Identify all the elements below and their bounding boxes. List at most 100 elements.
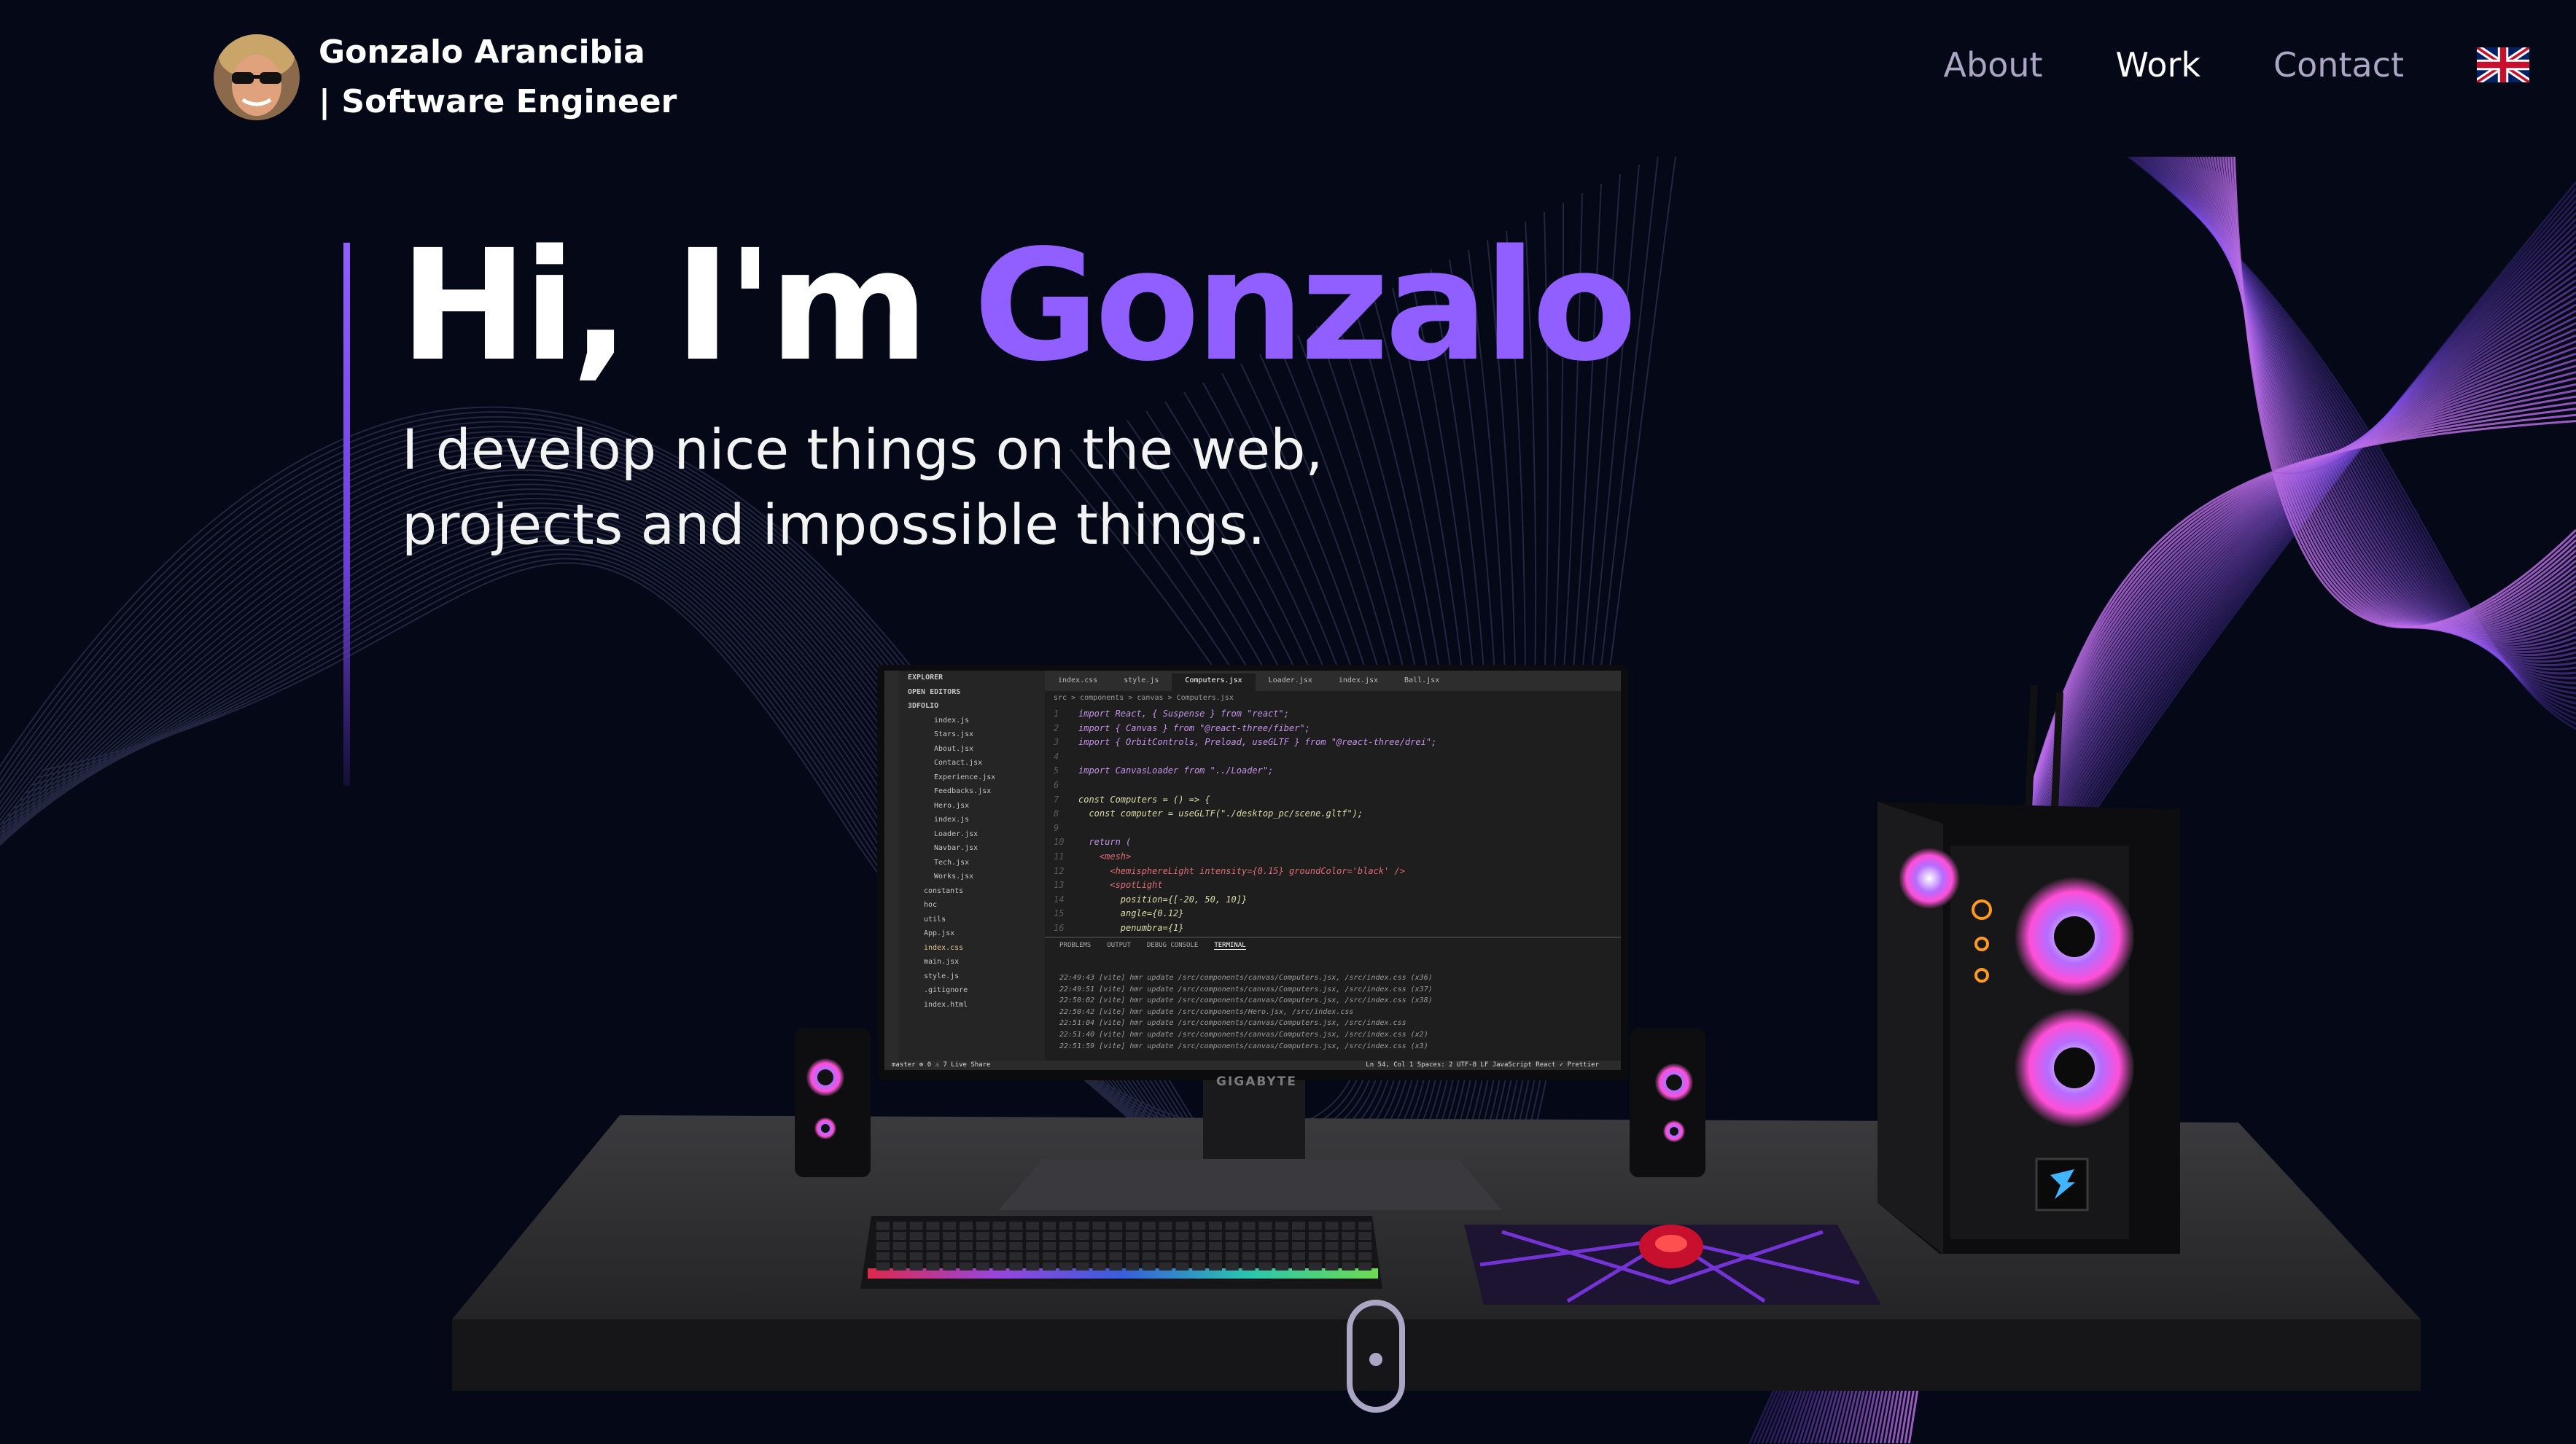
- explorer-file: .gitignore: [924, 986, 968, 994]
- keyboard-key: [976, 1242, 989, 1250]
- keyboard-key: [1059, 1252, 1073, 1260]
- terminal-line: 22:49:51 [vite] hmr update /src/componen…: [1059, 985, 1433, 994]
- keyboard-key: [1258, 1232, 1272, 1240]
- keyboard-key: [1043, 1222, 1056, 1230]
- explorer-file: index.css: [924, 943, 964, 952]
- status-right: Ln 54, Col 1 Spaces: 2 UTF-8 LF JavaScri…: [1366, 1061, 1599, 1069]
- code-area: 1 import React, { Suspense } from "react"…: [1054, 707, 1615, 936]
- keyboard-key: [1342, 1252, 1355, 1260]
- keyboard-key: [1059, 1232, 1073, 1240]
- keyboard-key: [1192, 1222, 1206, 1230]
- keyboard-key: [1292, 1252, 1305, 1260]
- keyboard-key: [1258, 1252, 1272, 1260]
- explorer-file: constants: [924, 886, 964, 895]
- keyboard-key: [909, 1252, 923, 1260]
- panel-tabs: PROBLEMS OUTPUT DEBUG CONSOLE TERMINAL: [1059, 942, 1262, 950]
- keyboard-key: [1325, 1222, 1339, 1230]
- keyboard-key: [1275, 1252, 1289, 1260]
- keyboard-key: [1342, 1262, 1355, 1271]
- keyboard-key: [1325, 1252, 1339, 1260]
- keyboard-key: [1026, 1232, 1040, 1240]
- navbar: Gonzalo Arancibia | Software Engineer Ab…: [0, 0, 2576, 157]
- terminal-line: 22:51:40 [vite] hmr update /src/componen…: [1059, 1030, 1428, 1039]
- keyboard-key: [1026, 1252, 1040, 1260]
- keyboard-key: [1225, 1232, 1239, 1240]
- keyboard-key: [1275, 1242, 1289, 1250]
- nav-link-contact[interactable]: Contact: [2273, 45, 2404, 85]
- keyboard-key: [1342, 1232, 1355, 1240]
- keyboard-key: [1092, 1242, 1106, 1250]
- keyboard-key: [1159, 1242, 1172, 1250]
- keyboard-key: [1308, 1222, 1322, 1230]
- keyboard-key: [876, 1242, 890, 1250]
- code-line: 10 return (: [1054, 837, 1132, 848]
- brand-link[interactable]: Gonzalo Arancibia | Software Engineer: [214, 28, 677, 127]
- keyboard-key: [926, 1232, 940, 1240]
- explorer-file: App.jsx: [924, 929, 955, 937]
- hero-subtitle: I develop nice things on the web, projec…: [402, 412, 1323, 562]
- panel-tab: OUTPUT: [1107, 942, 1131, 949]
- keyboard-key: [1325, 1262, 1339, 1271]
- keyboard-key: [1242, 1262, 1256, 1271]
- editor-tab: index.css: [1058, 676, 1098, 684]
- keyboard-key: [1175, 1232, 1189, 1240]
- explorer-file: Tech.jsx: [934, 858, 970, 867]
- keyboard-key: [1075, 1252, 1089, 1260]
- keyboard-key: [1142, 1262, 1156, 1271]
- keyboard-key: [992, 1262, 1006, 1271]
- terminal-line: 22:49:43 [vite] hmr update /src/componen…: [1059, 974, 1433, 982]
- keyboard-key: [1126, 1232, 1139, 1240]
- keyboard-key: [1009, 1262, 1023, 1271]
- keyboard-key: [909, 1262, 923, 1271]
- keyboard-key: [1292, 1242, 1305, 1250]
- editor-tab: Loader.jsx: [1268, 676, 1312, 684]
- keyboard-key: [909, 1222, 923, 1230]
- hero-subtitle-line1: I develop nice things on the web,: [402, 417, 1323, 482]
- hero-subtitle-line2: projects and impossible things.: [402, 492, 1266, 557]
- status-left: master ⊗ 0 ⚠ 7 Live Share: [892, 1061, 991, 1069]
- keyboard-key: [1009, 1242, 1023, 1250]
- scroll-down-button[interactable]: [1347, 1300, 1405, 1413]
- keyboard-key: [992, 1242, 1006, 1250]
- keyboard-key: [1142, 1252, 1156, 1260]
- keyboard-key: [1225, 1242, 1239, 1250]
- code-line: 4: [1054, 751, 1059, 762]
- keyboard-key: [926, 1242, 940, 1250]
- keyboard-key: [1009, 1252, 1023, 1260]
- keyboard-key: [876, 1252, 890, 1260]
- keyboard-key: [1342, 1222, 1355, 1230]
- keyboard-key: [943, 1252, 957, 1260]
- keyboard-key: [876, 1232, 890, 1240]
- keyboard-key: [1258, 1222, 1272, 1230]
- nav-link-about[interactable]: About: [1944, 45, 2043, 85]
- keyboard-key: [1026, 1222, 1040, 1230]
- keyboard-key: [1242, 1232, 1256, 1240]
- nav-link-work[interactable]: Work: [2116, 45, 2201, 85]
- keyboard-key: [892, 1252, 906, 1260]
- keyboard-key: [1109, 1262, 1123, 1271]
- keyboard-key: [1026, 1242, 1040, 1250]
- keyboard-key: [1159, 1252, 1172, 1260]
- hero-accent-bar: [343, 243, 350, 786]
- keyboard-key: [1092, 1252, 1106, 1260]
- keyboard-key: [876, 1222, 890, 1230]
- keyboard-key: [1275, 1262, 1289, 1271]
- code-line: 3 import { OrbitControls, Preload, useGLT…: [1054, 737, 1437, 748]
- keyboard-key: [1043, 1242, 1056, 1250]
- keyboard-key: [1109, 1242, 1123, 1250]
- uk-flag-icon[interactable]: [2477, 47, 2529, 82]
- keyboard-key: [1159, 1222, 1172, 1230]
- keyboard-key: [1225, 1252, 1239, 1260]
- keyboard-key: [1308, 1252, 1322, 1260]
- speaker-right: [1630, 1028, 1705, 1177]
- keyboard-key: [1275, 1232, 1289, 1240]
- keyboard-key: [1325, 1232, 1339, 1240]
- scroll-dot-icon: [1369, 1353, 1382, 1366]
- keyboard-key: [1059, 1242, 1073, 1250]
- terminal: 22:49:43 [vite] hmr update /src/componen…: [1059, 972, 1614, 1052]
- keyboard-key: [1192, 1252, 1206, 1260]
- keyboard-key: [1209, 1252, 1222, 1260]
- keyboard-key: [1292, 1222, 1305, 1230]
- keyboard-key: [1292, 1232, 1305, 1240]
- pc-tower: [1877, 684, 2180, 1254]
